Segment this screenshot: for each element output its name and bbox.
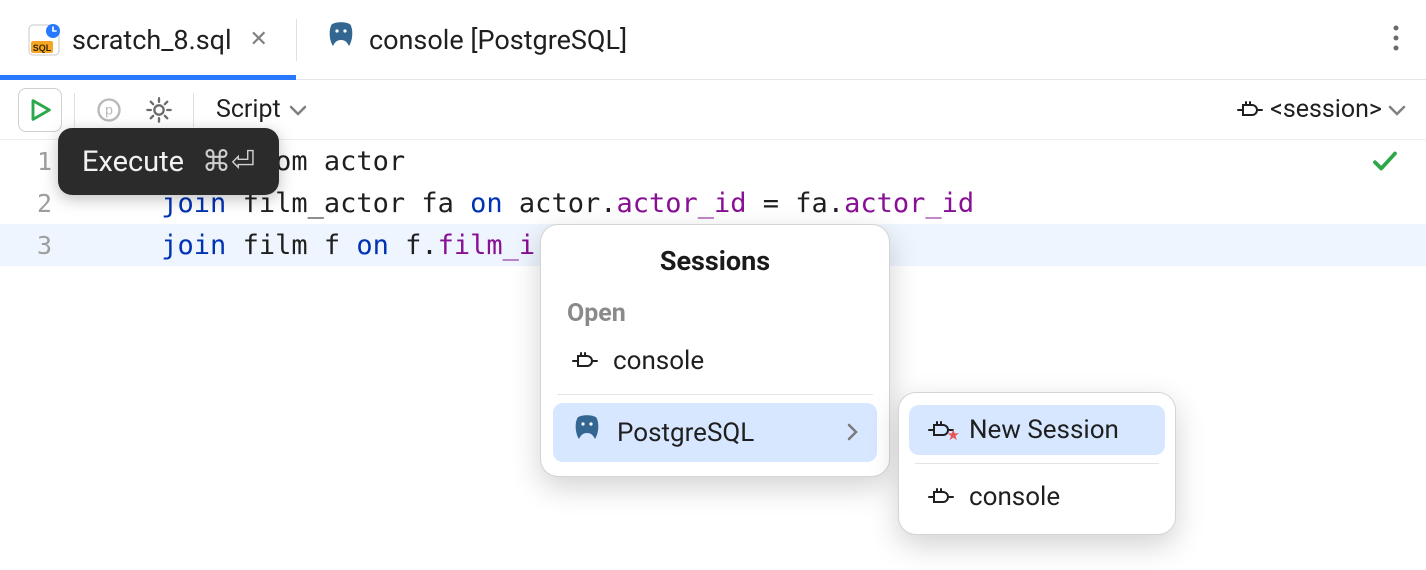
plug-new-icon: ★ <box>927 420 955 440</box>
session-item-postgresql[interactable]: PostgreSQL <box>553 403 877 462</box>
sql-file-icon: SQL <box>28 24 60 56</box>
plug-icon <box>927 487 955 507</box>
session-dropdown[interactable]: <session> <box>1236 95 1406 124</box>
sessions-submenu: ★ New Session console <box>898 392 1176 535</box>
divider <box>915 463 1159 464</box>
execute-button[interactable] <box>18 88 62 132</box>
item-label: console <box>613 346 704 376</box>
popup-section-open: Open <box>541 295 889 336</box>
chevron-down-icon <box>1388 95 1406 124</box>
execute-tooltip: Execute ⌘⏎ <box>58 128 279 195</box>
postgresql-icon <box>571 413 603 452</box>
submenu-new-session[interactable]: ★ New Session <box>909 405 1165 455</box>
sessions-popup: Sessions Open console PostgreSQL <box>540 224 890 477</box>
explain-plan-button[interactable]: p <box>87 88 131 132</box>
separator <box>74 93 75 127</box>
more-icon[interactable] <box>1392 24 1400 56</box>
tab-console-postgres[interactable]: console [PostgreSQL] <box>297 0 655 79</box>
chevron-right-icon <box>847 418 859 448</box>
postgresql-icon <box>325 20 357 59</box>
item-label: PostgreSQL <box>617 418 754 448</box>
item-label: console <box>969 482 1060 512</box>
tooltip-shortcut: ⌘⏎ <box>202 144 255 179</box>
svg-text:SQL: SQL <box>33 43 52 53</box>
submenu-console[interactable]: console <box>909 472 1165 522</box>
line-number: 3 <box>0 231 80 260</box>
status-ok-icon <box>1370 146 1400 183</box>
session-label: <session> <box>1270 95 1382 124</box>
chevron-down-icon <box>289 95 307 124</box>
tab-label: scratch_8.sql <box>72 24 232 56</box>
tooltip-label: Execute <box>82 145 184 179</box>
plug-icon <box>571 351 599 371</box>
script-dropdown[interactable]: Script <box>206 95 317 124</box>
tab-label: console [PostgreSQL] <box>369 24 627 56</box>
separator <box>193 93 194 127</box>
divider <box>557 394 873 395</box>
script-label: Script <box>216 95 281 124</box>
plug-icon <box>1236 100 1264 120</box>
popup-title: Sessions <box>541 245 889 277</box>
svg-text:p: p <box>105 101 113 117</box>
tab-bar: SQL scratch_8.sql ✕ console [PostgreSQL] <box>0 0 1426 80</box>
tab-scratch-sql[interactable]: SQL scratch_8.sql ✕ <box>0 0 296 79</box>
code-content: join film f on f.film_i <box>80 230 535 261</box>
session-item-console[interactable]: console <box>553 336 877 386</box>
settings-button[interactable] <box>137 88 181 132</box>
close-icon[interactable]: ✕ <box>250 27 268 52</box>
item-label: New Session <box>969 415 1119 445</box>
